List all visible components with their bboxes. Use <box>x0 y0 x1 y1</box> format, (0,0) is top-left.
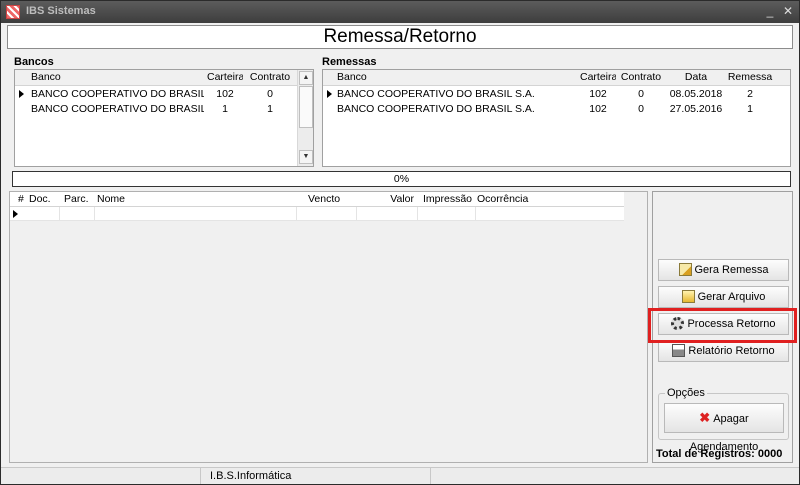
bancos-grid[interactable]: Banco Carteira Contrato BANCO COOPERATIV… <box>14 69 314 167</box>
printer-icon <box>672 344 686 357</box>
col-impressao[interactable]: Impressão <box>423 192 475 207</box>
cell-data: 27.05.2016 <box>669 103 723 115</box>
cell-contrato: 1 <box>267 103 273 115</box>
col-parc[interactable]: Parc. <box>64 192 94 207</box>
table-row[interactable]: BANCO COOPERATIVO DO BRASIL S 1 1 <box>15 102 297 117</box>
gerar-arquivo-button[interactable]: Gerar Arquivo <box>658 286 789 308</box>
window-title: IBS Sistemas <box>26 5 96 17</box>
relatorio-retorno-button[interactable]: Relatório Retorno <box>658 340 789 362</box>
cell-carteira: 1 <box>222 103 228 115</box>
progress-label: 0% <box>393 173 410 185</box>
table-row[interactable]: BANCO COOPERATIVO DO BRASIL S 102 0 <box>15 87 297 102</box>
main-window: IBS Sistemas _ ✕ Remessa/Retorno Bancos … <box>0 0 800 485</box>
col-doc[interactable]: Doc. <box>29 192 61 207</box>
gera-remessa-label: Gera Remessa <box>694 264 769 276</box>
col-vencto[interactable]: Vencto <box>308 192 352 207</box>
col-contrato[interactable]: Contrato <box>620 70 662 85</box>
documentos-header: # Doc. Parc. Nome Vencto Valor Impressão… <box>10 192 624 207</box>
cell-data: 08.05.2018 <box>669 88 723 100</box>
relatorio-retorno-label: Relatório Retorno <box>688 345 775 357</box>
page-title: Remessa/Retorno <box>7 25 793 49</box>
cell-contrato: 0 <box>638 88 644 100</box>
gera-remessa-button[interactable]: Gera Remessa <box>658 259 789 281</box>
opcoes-label: Opções <box>665 387 707 399</box>
col-carteira[interactable]: Carteira <box>580 70 616 85</box>
documentos-grid[interactable]: # Doc. Parc. Nome Vencto Valor Impressão… <box>9 191 648 463</box>
scroll-down-icon[interactable]: ▼ <box>299 150 313 164</box>
delete-x-icon: ✖ <box>699 410 711 425</box>
cell-remessa: 1 <box>747 103 753 115</box>
cell-carteira: 102 <box>589 88 607 100</box>
close-icon[interactable]: ✕ <box>781 4 795 18</box>
cell-remessa: 2 <box>747 88 753 100</box>
bancos-label: Bancos <box>14 56 54 68</box>
gerar-arquivo-label: Gerar Arquivo <box>697 291 766 303</box>
scroll-thumb[interactable] <box>299 86 313 128</box>
cell-carteira: 102 <box>216 88 234 100</box>
cell-carteira: 102 <box>589 103 607 115</box>
minimize-icon[interactable]: _ <box>763 4 777 18</box>
row-selector-icon <box>327 90 332 98</box>
row-selector-icon <box>19 90 24 98</box>
status-bar: I.B.S.Informática <box>1 467 799 484</box>
col-ocorrencia[interactable]: Ocorrência <box>477 192 557 207</box>
scroll-up-icon[interactable]: ▲ <box>299 71 313 85</box>
progress-bar: 0% <box>12 171 791 187</box>
cell-contrato: 0 <box>267 88 273 100</box>
app-logo-icon[interactable] <box>6 5 20 19</box>
col-nome[interactable]: Nome <box>97 192 297 207</box>
total-registros: Total de Registros: 0000 <box>656 448 783 460</box>
col-banco[interactable]: Banco <box>337 70 537 85</box>
col-carteira[interactable]: Carteira <box>207 70 243 85</box>
table-row[interactable]: BANCO COOPERATIVO DO BRASIL S.A. 102 0 2… <box>323 102 790 117</box>
apagar-agendamento-button[interactable]: ✖ Apagar Agendamento <box>664 403 784 453</box>
table-row[interactable] <box>10 207 624 221</box>
bancos-header: Banco Carteira Contrato <box>15 70 297 86</box>
bancos-scrollbar[interactable]: ▲ ▼ <box>297 70 313 166</box>
col-data[interactable]: Data <box>669 70 723 85</box>
status-segment-3 <box>431 468 799 484</box>
remessas-label: Remessas <box>322 56 377 68</box>
cell-banco: BANCO COOPERATIVO DO BRASIL S <box>31 88 204 100</box>
cell-banco: BANCO COOPERATIVO DO BRASIL S <box>31 103 204 115</box>
col-remessa[interactable]: Remessa <box>726 70 774 85</box>
document-edit-icon <box>678 263 692 276</box>
remessas-header: Banco Carteira Contrato Data Remessa <box>323 70 790 86</box>
col-valor[interactable]: Valor <box>362 192 414 207</box>
processa-retorno-highlight <box>648 308 797 343</box>
col-hash[interactable]: # <box>18 192 28 207</box>
status-company: I.B.S.Informática <box>201 468 431 484</box>
opcoes-group: Opções ✖ Apagar Agendamento <box>658 387 789 453</box>
status-segment-1 <box>1 468 201 484</box>
row-selector-icon <box>13 210 18 218</box>
remessas-grid[interactable]: Banco Carteira Contrato Data Remessa BAN… <box>322 69 791 167</box>
cell-contrato: 0 <box>638 103 644 115</box>
title-bar: IBS Sistemas _ ✕ <box>1 1 799 23</box>
table-row[interactable]: BANCO COOPERATIVO DO BRASIL S.A. 102 0 0… <box>323 87 790 102</box>
cell-banco: BANCO COOPERATIVO DO BRASIL S.A. <box>337 88 535 100</box>
file-lightning-icon <box>681 290 695 303</box>
col-banco[interactable]: Banco <box>31 70 191 85</box>
col-contrato[interactable]: Contrato <box>249 70 291 85</box>
cell-banco: BANCO COOPERATIVO DO BRASIL S.A. <box>337 103 535 115</box>
